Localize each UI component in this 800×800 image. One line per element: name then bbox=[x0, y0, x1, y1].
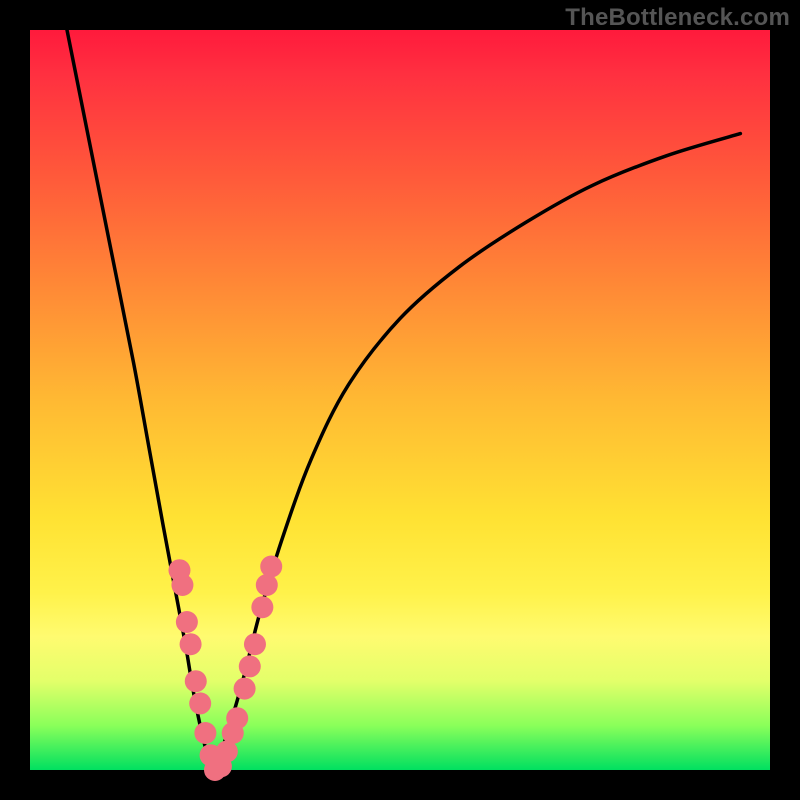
data-marker bbox=[176, 611, 198, 633]
watermark-text: TheBottleneck.com bbox=[565, 4, 790, 32]
data-marker bbox=[171, 574, 193, 596]
data-marker bbox=[234, 678, 256, 700]
data-marker bbox=[226, 707, 248, 729]
data-markers bbox=[168, 556, 282, 782]
plot-svg bbox=[30, 30, 770, 770]
plot-area bbox=[30, 30, 770, 770]
data-marker bbox=[244, 633, 266, 655]
data-marker bbox=[260, 556, 282, 578]
data-marker bbox=[180, 633, 202, 655]
data-marker bbox=[185, 670, 207, 692]
data-marker bbox=[239, 655, 261, 677]
bottleneck-curve-left bbox=[67, 30, 215, 770]
data-marker bbox=[256, 574, 278, 596]
data-marker bbox=[251, 596, 273, 618]
data-marker bbox=[194, 722, 216, 744]
data-marker bbox=[189, 692, 211, 714]
bottleneck-curve-right bbox=[215, 134, 740, 770]
